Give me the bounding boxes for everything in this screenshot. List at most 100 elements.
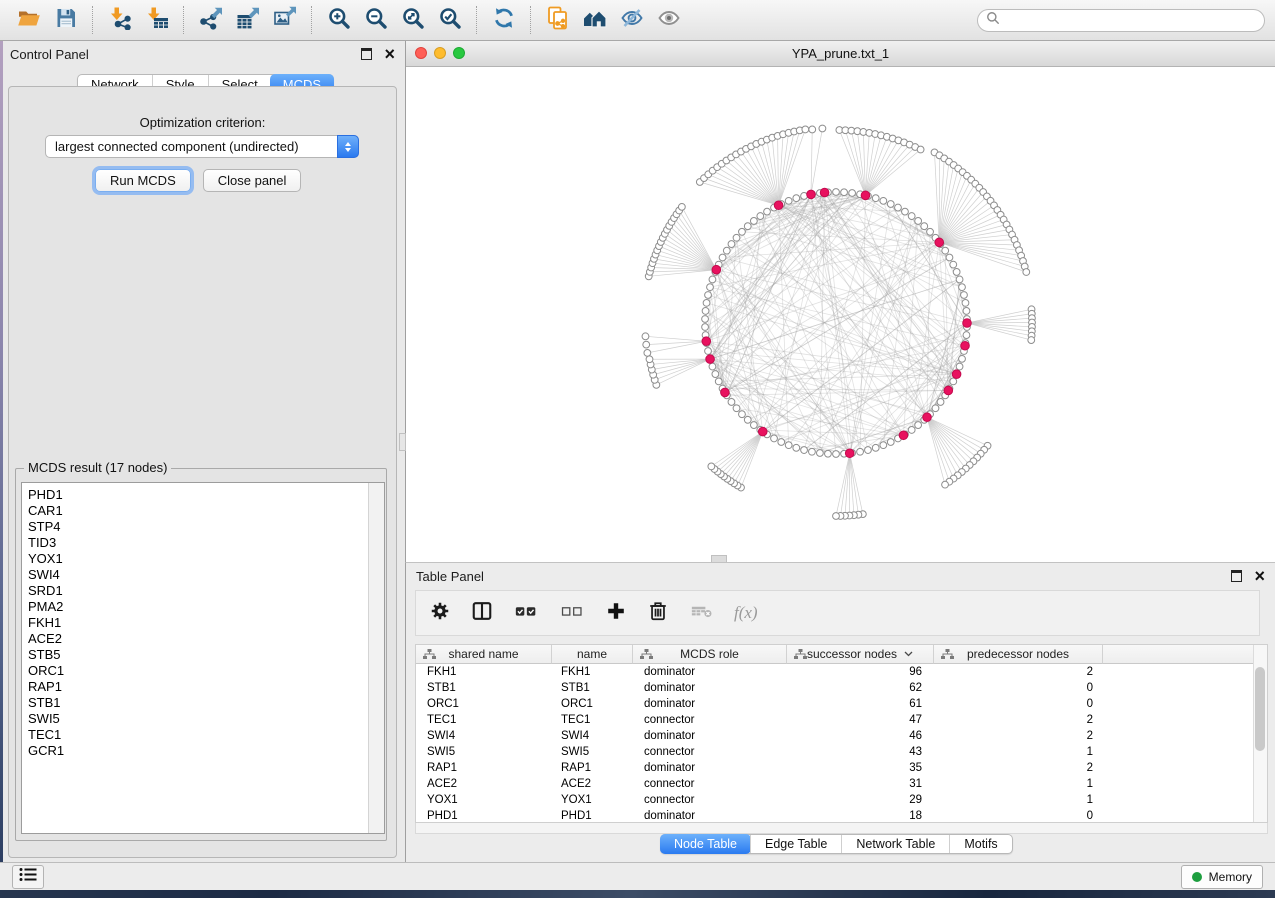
graph-leaf-node[interactable] [708, 463, 715, 470]
tab-motifs[interactable]: Motifs [949, 835, 1011, 853]
graph-leaf-node[interactable] [644, 349, 651, 356]
graph-node[interactable] [950, 261, 957, 268]
graph-node[interactable] [908, 213, 915, 220]
graph-node[interactable] [833, 451, 840, 458]
select-all-columns-button[interactable] [512, 601, 540, 625]
graph-leaf-node[interactable] [646, 356, 653, 363]
graph-node[interactable] [744, 416, 751, 423]
graph-leaf-node[interactable] [802, 126, 809, 133]
network-canvas[interactable] [406, 67, 1275, 562]
graph-node[interactable] [962, 300, 969, 307]
table-cell[interactable]: connector [633, 746, 787, 758]
mcds-node-item[interactable]: TID3 [28, 535, 384, 551]
network-window-titlebar[interactable]: YPA_prune.txt_1 [406, 41, 1275, 67]
table-cell[interactable]: SWI4 [552, 730, 633, 742]
mcds-node-item[interactable]: PHD1 [28, 487, 384, 503]
global-search-field[interactable] [977, 9, 1265, 32]
mcds-result-list[interactable]: PHD1CAR1STP4TID3YOX1SWI4SRD1PMA2FKH1ACE2… [21, 482, 385, 834]
graph-node[interactable] [963, 332, 970, 339]
graph-node[interactable] [915, 422, 922, 429]
graph-node[interactable] [785, 442, 792, 449]
graph-node[interactable] [932, 405, 939, 412]
table-row[interactable]: SWI5SWI5connector431 [416, 744, 1267, 760]
mcds-node-item[interactable]: PMA2 [28, 599, 384, 615]
table-cell[interactable]: STB1 [552, 682, 633, 694]
graph-leaf-node[interactable] [819, 125, 826, 132]
table-cell[interactable]: TEC1 [416, 714, 552, 726]
graph-node[interactable] [880, 442, 887, 449]
table-row[interactable]: ACE2ACE2connector311 [416, 776, 1267, 792]
graph-node[interactable] [959, 284, 966, 291]
graph-node[interactable] [709, 276, 716, 283]
table-cell[interactable]: 61 [787, 698, 934, 710]
table-cell[interactable]: 62 [787, 682, 934, 694]
mcds-node-item[interactable]: CAR1 [28, 503, 384, 519]
mcds-node-item[interactable]: FKH1 [28, 615, 384, 631]
graph-node[interactable] [921, 223, 928, 230]
table-row[interactable]: TEC1TEC1connector472 [416, 712, 1267, 728]
table-cell[interactable]: 1 [934, 778, 1103, 790]
graph-node[interactable] [801, 447, 808, 454]
export-table-button[interactable] [234, 7, 261, 34]
graph-node[interactable] [841, 189, 848, 196]
graph-leaf-node[interactable] [1023, 269, 1030, 276]
graph-node[interactable] [872, 195, 879, 202]
save-session-button[interactable] [52, 7, 79, 34]
table-cell[interactable]: FKH1 [416, 666, 552, 678]
mcds-node-item[interactable]: STP4 [28, 519, 384, 535]
table-cell[interactable]: 2 [934, 730, 1103, 742]
graph-dominator-node[interactable] [963, 319, 972, 328]
mcds-list-scrollbar[interactable] [368, 483, 384, 833]
graph-node[interactable] [771, 435, 778, 442]
table-cell[interactable]: TEC1 [552, 714, 633, 726]
zoom-selected-button[interactable] [436, 7, 463, 34]
graph-leaf-node[interactable] [942, 481, 949, 488]
table-cell[interactable]: STB1 [416, 682, 552, 694]
memory-button[interactable]: Memory [1181, 865, 1263, 889]
graph-leaf-node[interactable] [643, 341, 650, 348]
graph-node[interactable] [946, 254, 953, 261]
table-cell[interactable]: 0 [934, 698, 1103, 710]
graph-node[interactable] [703, 300, 710, 307]
close-panel-icon[interactable]: × [384, 47, 395, 61]
export-network-button[interactable] [197, 7, 224, 34]
mcds-node-item[interactable]: SWI4 [28, 567, 384, 583]
graph-node[interactable] [953, 269, 960, 276]
graph-node[interactable] [757, 213, 764, 220]
export-image-button[interactable] [271, 7, 298, 34]
table-cell[interactable]: 1 [934, 746, 1103, 758]
table-cell[interactable]: 29 [787, 794, 934, 806]
hide-graphics-details-button[interactable] [618, 7, 645, 34]
table-cell[interactable]: connector [633, 794, 787, 806]
graph-leaf-node[interactable] [833, 513, 840, 520]
graph-dominator-node[interactable] [706, 355, 715, 364]
graph-node[interactable] [744, 223, 751, 230]
graph-dominator-node[interactable] [758, 427, 767, 436]
table-row[interactable]: SWI4SWI4dominator462 [416, 728, 1267, 744]
table-cell[interactable]: 2 [934, 714, 1103, 726]
show-columns-button[interactable] [470, 601, 494, 625]
graph-dominator-node[interactable] [702, 337, 711, 346]
close-panel-icon[interactable]: × [1254, 569, 1265, 583]
mcds-node-item[interactable]: RAP1 [28, 679, 384, 695]
table-mode-button[interactable] [428, 601, 452, 625]
delete-column-button[interactable] [646, 601, 670, 625]
table-cell[interactable]: dominator [633, 810, 787, 822]
tab-edge-table[interactable]: Edge Table [750, 835, 841, 853]
graph-node[interactable] [872, 444, 879, 451]
graph-node[interactable] [702, 308, 709, 315]
close-panel-button[interactable]: Close panel [203, 169, 302, 192]
graph-node[interactable] [709, 363, 716, 370]
graph-node[interactable] [817, 450, 824, 457]
mcds-node-item[interactable]: SWI5 [28, 711, 384, 727]
table-cell[interactable]: YOX1 [552, 794, 633, 806]
graph-node[interactable] [785, 197, 792, 204]
table-cell[interactable]: FKH1 [552, 666, 633, 678]
show-graphics-details-button[interactable] [655, 7, 682, 34]
graph-dominator-node[interactable] [820, 188, 829, 197]
mcds-node-item[interactable]: SRD1 [28, 583, 384, 599]
table-cell[interactable]: 18 [787, 810, 934, 822]
graph-node[interactable] [927, 228, 934, 235]
graph-dominator-node[interactable] [845, 449, 854, 458]
show-all-views-button[interactable] [581, 7, 608, 34]
